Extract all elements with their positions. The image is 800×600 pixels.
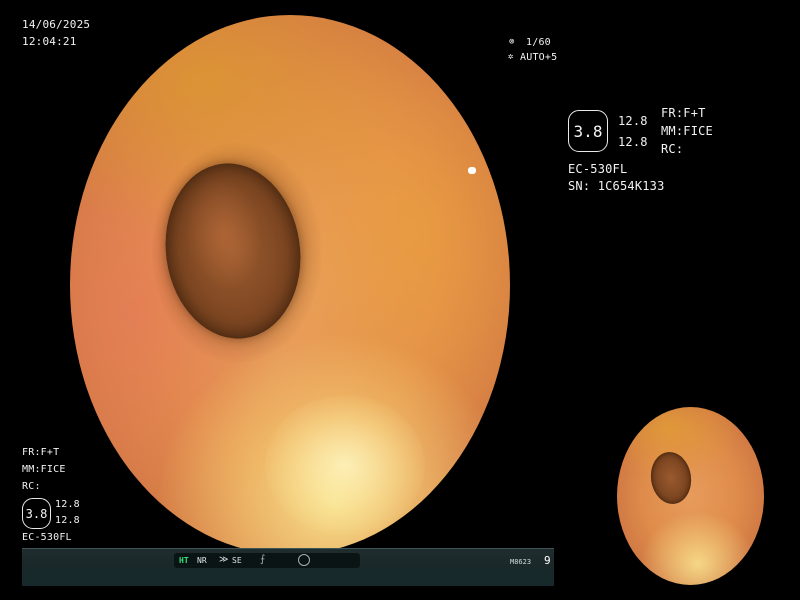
- status-bar: HT NR ≫ SE ⨍ M8623 9: [22, 548, 554, 586]
- bl-zoom-badge-value: 3.8: [25, 506, 48, 521]
- pip-lumen: [647, 449, 695, 507]
- bl-value-top: 12.8: [55, 499, 80, 510]
- marker-dot: [468, 167, 476, 174]
- shutter-icon: ⊗: [509, 37, 515, 47]
- scope-serial: SN: 1C654K133: [568, 179, 665, 193]
- time-label: 12:04:21: [22, 35, 77, 48]
- bl-mode-rc: RC:: [22, 481, 41, 492]
- status-number: 9: [544, 554, 551, 567]
- iris-icon: ✲: [508, 52, 514, 62]
- bl-mode-mm: MM:FICE: [22, 464, 66, 475]
- scope-model: EC-530FL: [568, 162, 628, 176]
- bl-scope-model: EC-530FL: [22, 532, 72, 543]
- mode-fr: FR:F+T: [661, 106, 706, 120]
- auto-exposure: AUTO+5: [520, 52, 558, 63]
- bl-zoom-badge: 3.8: [22, 498, 51, 529]
- mode-rc: RC:: [661, 142, 684, 156]
- edge-icon: ⨍: [260, 554, 266, 565]
- zoom-badge: 3.8: [568, 110, 608, 152]
- shutter-speed: 1/60: [526, 37, 551, 48]
- se-indicator: SE: [232, 556, 242, 565]
- status-bar-lower: [22, 569, 554, 586]
- bl-value-bottom: 12.8: [55, 515, 80, 526]
- nr-indicator: NR: [197, 556, 207, 565]
- light-reflection: [265, 395, 425, 535]
- date-label: 14/06/2025: [22, 18, 91, 31]
- scope-value-bottom: 12.8: [618, 135, 648, 149]
- ht-indicator: HT: [179, 556, 189, 565]
- status-code: M8623: [510, 558, 532, 566]
- main-endoscope-view: [70, 15, 510, 555]
- mode-mm: MM:FICE: [661, 124, 713, 138]
- circle-icon: [298, 554, 310, 566]
- bl-mode-fr: FR:F+T: [22, 447, 60, 458]
- pip-endoscope-view: [617, 407, 764, 585]
- enhance-icon: ≫: [219, 555, 229, 565]
- scope-value-top: 12.8: [618, 114, 648, 128]
- zoom-badge-value: 3.8: [573, 121, 603, 141]
